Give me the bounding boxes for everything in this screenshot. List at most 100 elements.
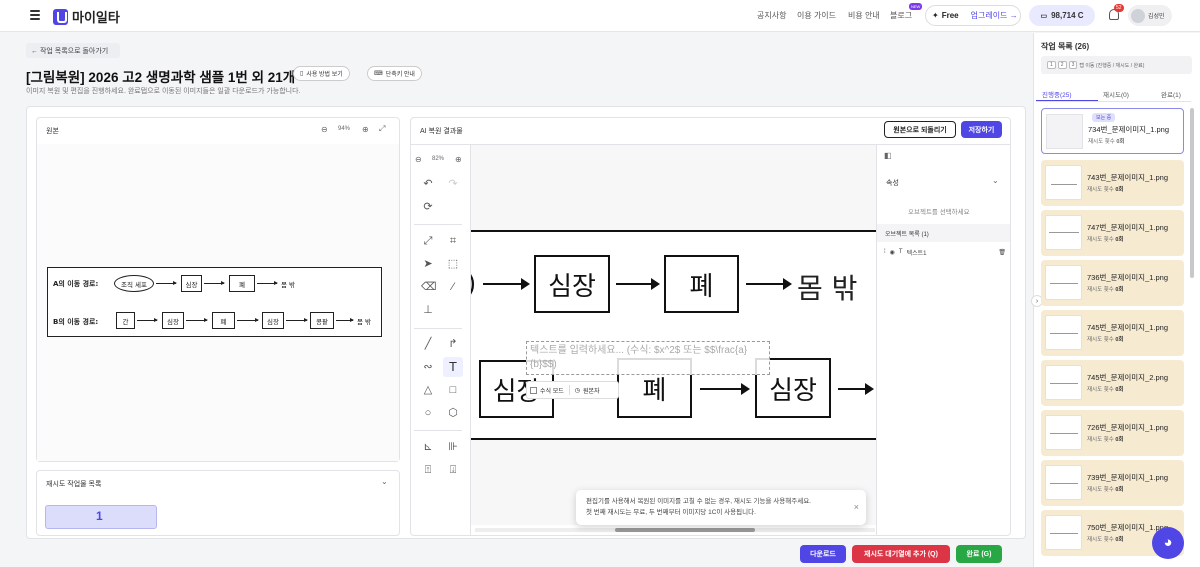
how-to-label: 사용 방법 보기	[306, 72, 343, 78]
task-name: 747번_문제이미지_1.png	[1087, 223, 1169, 232]
save-button[interactable]: 저장하기	[961, 121, 1002, 138]
tab-in-progress[interactable]: 진행중(25)	[1042, 89, 1072, 99]
revert-button[interactable]: 원본으로 되돌리기	[884, 121, 956, 138]
nav-pricing[interactable]: 비용 안내	[848, 10, 880, 21]
logo-text: 마이일타	[72, 10, 120, 25]
shortcuts-label: 단축키 안내	[385, 72, 415, 78]
area-select-icon[interactable]: ⬚	[446, 257, 460, 271]
close-icon[interactable]: ×	[854, 502, 859, 513]
drag-handle-icon[interactable]: ⁞	[884, 249, 886, 255]
task-item-active[interactable]: 보는 중 734번_문제이미지_1.png 재시도 횟수 0회	[1041, 108, 1184, 154]
task-name: 736번_문제이미지_1.png	[1087, 273, 1169, 282]
pen-icon[interactable]: ∾	[421, 360, 435, 374]
eraser-icon[interactable]: ⌫	[421, 280, 437, 294]
original-image: A의 이동 경로: 조직 세포 심장 폐 몸 밖 B의 이동 경로: 간 심장 …	[47, 267, 382, 337]
retry-count-label: 재시도 횟수	[1087, 187, 1114, 193]
editor-canvas[interactable]: ) 심장 폐 몸 밖 심장 폐 심장 텍스트를 입력하세요... (수식: $x…	[471, 145, 876, 525]
task-item[interactable]: 726번_문제이미지_1.png 재시도 횟수 0회	[1041, 410, 1184, 456]
task-thumbnail	[1045, 415, 1082, 450]
select-icon[interactable]: ➤	[421, 257, 435, 271]
new-badge: NEW	[909, 3, 923, 10]
original-zoom: 94%	[338, 126, 351, 132]
formula-checkbox[interactable]	[530, 386, 537, 394]
connector-icon[interactable]: ⊾	[421, 440, 435, 454]
retry-thumbnail[interactable]: 1	[45, 505, 157, 529]
menu-icon[interactable]	[30, 10, 40, 20]
download-button[interactable]: 다운로드	[800, 545, 846, 563]
done-button[interactable]: 완료 (G)	[956, 545, 1002, 563]
task-item[interactable]: 745번_문제이미지_1.png 재시도 횟수 0회	[1041, 310, 1184, 356]
clock-icon: ◷	[574, 387, 580, 394]
stamp-icon[interactable]: ⊥	[421, 303, 435, 317]
zoom-out-icon[interactable]: ⊖	[415, 155, 422, 164]
task-item[interactable]: 743번_문제이미지_1.png 재시도 횟수 0회	[1041, 160, 1184, 206]
text-options-bar: 수식 모드 ◷ 원본자	[526, 381, 619, 399]
expand-icon[interactable]: ⤢	[379, 124, 385, 134]
shortcuts-button[interactable]: ⌨ 단축키 안내	[367, 66, 422, 81]
export-icon[interactable]: ⍗	[446, 463, 460, 477]
eye-icon[interactable]: ◉	[890, 249, 895, 256]
curve-icon[interactable]: ↱	[446, 337, 460, 351]
task-scrollbar[interactable]	[1190, 108, 1194, 278]
crop-icon[interactable]: ⌗	[446, 234, 460, 248]
task-item[interactable]: 747번_문제이미지_1.png 재시도 횟수 0회	[1041, 210, 1184, 256]
text-input[interactable]: 텍스트를 입력하세요... (수식: $x^2$ 또는 $$\frac{a}{b…	[526, 341, 770, 375]
triangle-icon[interactable]: △	[421, 383, 435, 397]
undo-icon[interactable]: ↶	[421, 177, 435, 191]
object-item[interactable]: ⁞ ◉ T 텍스트1 🗑	[884, 246, 1006, 258]
requeue-button[interactable]: 재시도 대기열에 추가 (Q)	[852, 545, 950, 563]
origin-label[interactable]: 원본자	[583, 386, 600, 395]
fit-icon[interactable]: ⤢	[421, 234, 435, 248]
zoom-in-icon[interactable]: ⊕	[362, 125, 369, 134]
retry-count-label: 재시도 횟수	[1087, 387, 1114, 393]
task-item[interactable]: 736번_문제이미지_1.png 재시도 횟수 0회	[1041, 260, 1184, 306]
text-tool-icon[interactable]: T	[443, 357, 463, 377]
task-item[interactable]: 745번_문제이미지_2.png 재시도 횟수 0회	[1041, 360, 1184, 406]
nav-blog[interactable]: 블로그	[890, 10, 912, 21]
retry-list-panel: 재시도 작업물 목록 ⌄ 1	[36, 470, 400, 536]
canvas-box[interactable]: 폐	[664, 255, 739, 313]
book-icon: ▯	[300, 71, 304, 77]
line-icon[interactable]: ╱	[421, 337, 435, 351]
import-icon[interactable]: ⍐	[421, 463, 435, 477]
how-to-button[interactable]: ▯ 사용 방법 보기	[293, 66, 350, 81]
avatar	[1131, 8, 1145, 23]
nav-notice[interactable]: 공지사항	[757, 10, 786, 21]
task-name: 734번_문제이미지_1.png	[1088, 125, 1170, 134]
user-menu[interactable]: 김성민	[1128, 5, 1172, 26]
row-b-box: 심장	[262, 312, 284, 329]
notification-count: 52	[1114, 4, 1124, 12]
square-icon[interactable]: □	[446, 383, 460, 397]
zoom-in-icon[interactable]: ⊕	[455, 155, 462, 164]
back-to-list-button[interactable]: ← 작업 목록으로 돌아가기	[26, 43, 120, 58]
original-panel: 원본 ⊖ 94% ⊕ ⤢ A의 이동 경로: 조직 세포 심장 폐 몸 밖 B의…	[36, 117, 400, 462]
zoom-out-icon[interactable]: ⊖	[321, 125, 328, 134]
back-label: ← 작업 목록으로 돌아가기	[31, 47, 109, 55]
logo-icon	[53, 8, 68, 25]
chat-icon[interactable]: ◕	[1152, 527, 1184, 559]
collapse-panel-icon[interactable]: ◧	[884, 151, 892, 160]
credit-balance[interactable]: ▭ 98,714 C	[1029, 5, 1095, 26]
horizontal-scrollbar[interactable]	[475, 528, 875, 532]
properties-title: 속성	[886, 180, 899, 187]
task-thumbnail	[1046, 114, 1083, 149]
logo[interactable]: 마이일타	[53, 7, 120, 26]
circle-icon[interactable]: ○	[421, 406, 435, 420]
chevron-down-icon[interactable]: ⌄	[381, 477, 388, 486]
tab-retry[interactable]: 재시도(0)	[1103, 89, 1129, 99]
row-b-box: 간	[116, 312, 135, 329]
nav-guide[interactable]: 이용 가이드	[797, 10, 836, 21]
trash-icon[interactable]: 🗑	[998, 249, 1006, 256]
refresh-icon[interactable]: ⟳	[421, 200, 435, 214]
hexagon-icon[interactable]: ⬡	[446, 406, 460, 420]
upgrade-button[interactable]: ✦ Free 업그레이드 →	[925, 5, 1021, 26]
row-b-box: 심장	[162, 312, 184, 329]
align-icon[interactable]: ⊪	[446, 440, 460, 454]
task-item[interactable]: 739번_문제이미지_1.png 재시도 횟수 0회	[1041, 460, 1184, 506]
magic-wand-icon[interactable]: ⁄	[446, 280, 460, 294]
chevron-down-icon[interactable]: ⌄	[992, 176, 999, 185]
canvas-end-label[interactable]: 몸 밖	[797, 267, 857, 307]
tab-done[interactable]: 완료(1)	[1161, 89, 1181, 99]
redo-icon[interactable]: ↷	[446, 177, 460, 191]
canvas-box[interactable]: 심장	[534, 255, 610, 313]
